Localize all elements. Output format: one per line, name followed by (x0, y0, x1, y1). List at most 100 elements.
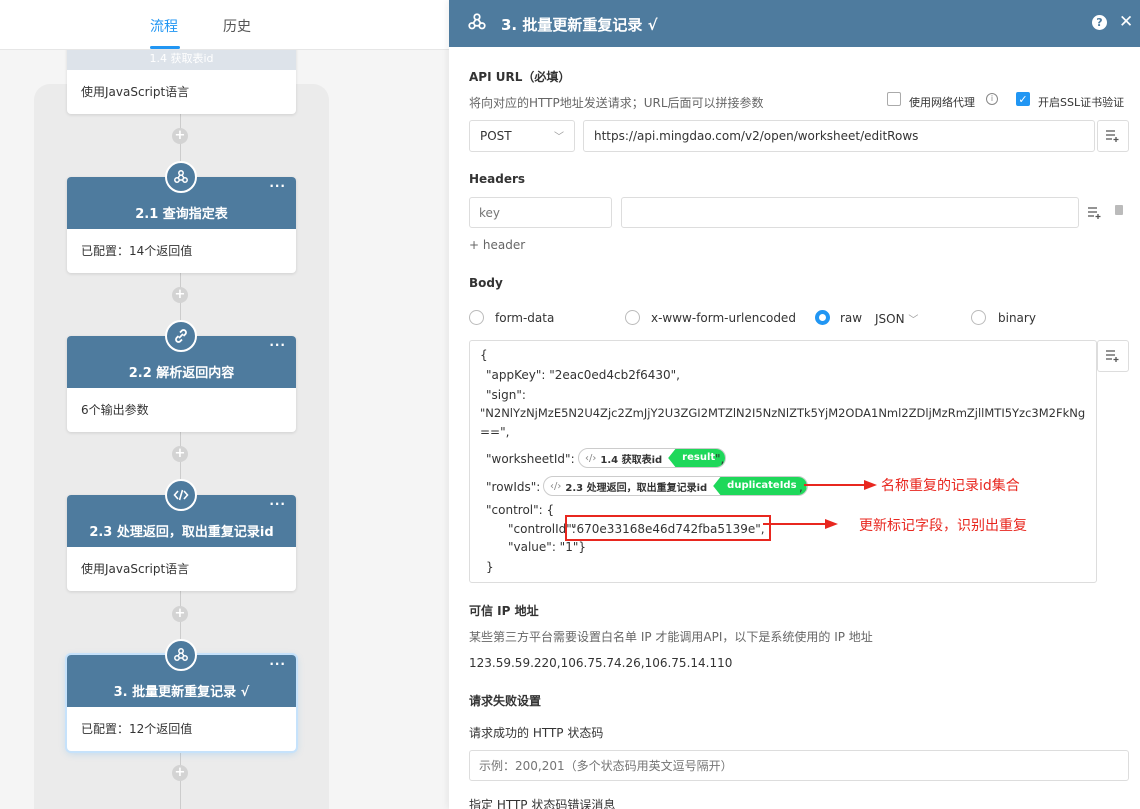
node-title: 2.1 查询指定表 (135, 207, 228, 222)
add-header-link[interactable]: + header (469, 238, 525, 252)
add-node-button[interactable]: + (172, 765, 188, 781)
code-line: ", (715, 452, 725, 466)
code-line: ==", (480, 425, 510, 439)
variable-chip[interactable]: ‹/› 1.4 获取表id result (578, 448, 727, 468)
radio-raw[interactable] (815, 310, 830, 325)
raw-type-select[interactable]: JSON ﹀ (875, 311, 918, 326)
headers-label: Headers (469, 172, 526, 186)
radio-x-www-form-urlencoded[interactable] (625, 310, 640, 325)
info-icon[interactable]: i (986, 93, 998, 105)
add-node-button[interactable]: + (172, 128, 188, 144)
success-code-input[interactable] (469, 750, 1129, 781)
highlight-box: "670e33168e46d742fba5139e", (565, 515, 771, 541)
url-value: https://api.mingdao.com/v2/open/workshee… (594, 129, 919, 143)
active-tab-indicator (150, 46, 180, 49)
success-code-label: 请求成功的 HTTP 状态码 (469, 726, 604, 740)
insert-field-icon[interactable] (1097, 340, 1129, 372)
delete-icon[interactable] (1115, 205, 1123, 215)
close-icon[interactable]: ✕ (1119, 12, 1133, 32)
ssl-label: 开启SSL证书验证 (1038, 96, 1125, 109)
insert-field-icon[interactable] (1097, 120, 1129, 152)
link-icon (165, 320, 197, 352)
add-node-button[interactable]: + (172, 606, 188, 622)
node-body: 已配置：14个返回值 (81, 244, 193, 258)
header-value-input[interactable] (621, 197, 1079, 228)
code-line: "appKey": "2eac0ed4cb2f6430", (486, 368, 680, 382)
chip-tag: duplicateIds (713, 477, 807, 495)
radio-label: x-www-form-urlencoded (651, 311, 796, 325)
trusted-ip-hint: 某些第三方平台需要设置白名单 IP 才能调用API，以下是系统使用的 IP 地址 (469, 630, 873, 644)
node-2-3[interactable]: ··· 2.3 处理返回，取出重复记录id 使用JavaScript语言 (67, 479, 296, 591)
annotation-arrow (804, 480, 877, 490)
annotation-text: 更新标记字段，识别出重复 (859, 518, 1027, 534)
code-line: "value": "1"} (508, 540, 586, 554)
code-line: "N2NlYzNjMzE5N2U4Zjc2ZmJjY2U3ZGI2MTZlN2I… (480, 406, 1086, 420)
code-line: { (480, 348, 488, 362)
node-3[interactable]: ··· 3. 批量更新重复记录 √ 已配置：12个返回值 (67, 639, 296, 751)
node-2-2[interactable]: ··· 2.2 解析返回内容 6个输出参数 (67, 320, 296, 432)
error-message-label: 指定 HTTP 状态码错误消息 (469, 798, 616, 809)
node-body: 使用JavaScript语言 (81, 562, 190, 576)
node-title: 1.4 获取表id (149, 52, 214, 65)
code-line: "control": { (486, 503, 555, 517)
raw-type-value: JSON (875, 312, 905, 326)
proxy-checkbox[interactable] (887, 92, 901, 106)
node-title: 2.2 解析返回内容 (128, 366, 235, 381)
fail-settings-label: 请求失败设置 (469, 694, 542, 708)
more-menu-icon[interactable]: ··· (269, 179, 286, 193)
chevron-down-icon: ﹀ (908, 315, 919, 326)
body-label: Body (469, 276, 503, 290)
ssl-checkbox[interactable]: ✓ (1016, 92, 1030, 106)
code-icon: ‹/› (550, 480, 562, 492)
code-line: "rowIds": (486, 480, 541, 494)
api-url-label: API URL（必填） (469, 70, 571, 84)
panel-header: 3. 批量更新重复记录 √ ? ✕ (449, 0, 1140, 47)
trusted-ip-list: 123.59.59.220,106.75.74.26,106.75.14.110 (469, 656, 733, 670)
variable-chip[interactable]: ‹/› 2.3 处理返回，取出重复记录id duplicateIds (543, 476, 808, 496)
panel-title: 3. 批量更新重复记录 √ (501, 16, 658, 34)
chevron-down-icon: ﹀ (554, 132, 564, 143)
insert-field-icon[interactable] (1079, 197, 1111, 228)
flow-panel: 1.4 获取表id 使用JavaScript语言 + + + + + ··· 2… (0, 0, 449, 809)
code-line: "worksheetId": " (486, 452, 584, 466)
method-select[interactable]: POST ﹀ (469, 120, 575, 152)
radio-label: form-data (495, 311, 555, 325)
code-line: } (486, 560, 494, 574)
code-line: "sign": (486, 388, 526, 402)
webhook-icon (165, 161, 197, 193)
radio-label: binary (998, 311, 1036, 325)
help-icon[interactable]: ? (1092, 15, 1107, 30)
tab-flow[interactable]: 流程 (150, 16, 178, 36)
header-key-input[interactable] (469, 197, 612, 228)
api-url-hint: 将向对应的HTTP地址发送请求；URL后面可以拼接参数 (469, 96, 764, 110)
code-line: , (799, 480, 803, 494)
method-value: POST (480, 129, 512, 143)
node-title: 2.3 处理返回，取出重复记录id (89, 525, 274, 540)
node-body: 使用JavaScript语言 (81, 85, 190, 99)
node-2-1[interactable]: ··· 2.1 查询指定表 已配置：14个返回值 (67, 161, 296, 273)
webhook-icon (165, 639, 197, 671)
more-menu-icon[interactable]: ··· (269, 497, 286, 511)
top-tabs: 流程 历史 (0, 0, 449, 50)
node-body: 已配置：12个返回值 (81, 722, 193, 736)
add-node-button[interactable]: + (172, 287, 188, 303)
annotation-text: 名称重复的记录id集合 (881, 478, 1020, 494)
node-body: 6个输出参数 (81, 403, 149, 417)
radio-binary[interactable] (971, 310, 986, 325)
webhook-icon (467, 12, 487, 35)
annotation-arrow (763, 519, 838, 529)
url-input[interactable]: https://api.mingdao.com/v2/open/workshee… (583, 120, 1095, 152)
node-title: 3. 批量更新重复记录 √ (113, 685, 250, 700)
chip-name: 1.4 获取表id (600, 454, 663, 466)
code-icon: ‹/› (585, 452, 597, 464)
code-icon (165, 479, 197, 511)
node-config-panel: 3. 批量更新重复记录 √ ? ✕ API URL（必填） 将向对应的HTTP地… (449, 0, 1140, 809)
tab-history[interactable]: 历史 (223, 16, 251, 36)
more-menu-icon[interactable]: ··· (269, 338, 286, 352)
add-node-button[interactable]: + (172, 446, 188, 462)
more-menu-icon[interactable]: ··· (269, 657, 286, 671)
proxy-label: 使用网络代理 (909, 96, 975, 109)
radio-form-data[interactable] (469, 310, 484, 325)
radio-label: raw (840, 311, 863, 325)
chip-name: 2.3 处理返回，取出重复记录id (565, 482, 708, 494)
